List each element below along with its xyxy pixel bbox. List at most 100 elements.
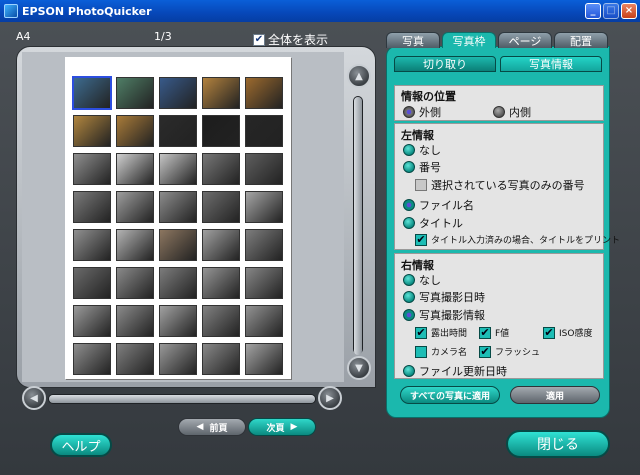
show-all-checkbox[interactable]: ✔ [253,33,265,46]
left-number-option[interactable]: 番号 [403,159,441,175]
left-none-option[interactable]: なし [403,142,441,158]
photo-thumbnail[interactable] [202,267,240,299]
scroll-right-button[interactable]: ▶ [318,386,342,410]
right-shot-date-label: 写真撮影日時 [419,291,485,304]
prev-page-button[interactable]: ◀ 前頁 [178,418,246,436]
photo-thumbnail[interactable] [73,343,111,375]
photo-thumbnail[interactable] [202,305,240,337]
help-button[interactable]: ヘルプ [50,433,112,457]
maximize-button[interactable]: □ [603,3,619,19]
right-shot-date-option[interactable]: 写真撮影日時 [403,289,485,305]
scroll-up-button[interactable]: ▲ [347,64,371,88]
photo-thumbnail[interactable] [159,229,197,261]
tab-layout[interactable]: 配置 [554,32,608,48]
left-number-radio[interactable] [403,161,415,173]
vertical-scrollbar[interactable] [353,96,363,355]
right-file-date-option[interactable]: ファイル更新日時 [403,363,507,379]
photo-thumbnail[interactable] [159,343,197,375]
apply-all-button[interactable]: すべての写真に適用 [400,386,500,404]
photo-thumbnail[interactable] [202,115,240,147]
close-button[interactable]: 閉じる [506,430,610,458]
scroll-left-button[interactable]: ◀ [22,386,46,410]
photo-thumbnail[interactable] [245,77,283,109]
minimize-button[interactable]: _ [585,3,601,19]
photo-thumbnail[interactable] [73,153,111,185]
photo-thumbnail[interactable] [202,191,240,223]
photo-thumbnail[interactable] [73,305,111,337]
position-outside-radio[interactable] [403,106,415,118]
photo-thumbnail[interactable] [73,191,111,223]
photo-thumbnail[interactable] [159,153,197,185]
selected-only-checkbox[interactable] [415,179,427,191]
photo-thumbnail[interactable] [245,153,283,185]
print-title-option[interactable]: ✔ タイトル入力済みの場合、タイトルをプリント [415,233,620,246]
photo-thumbnail[interactable] [116,115,154,147]
right-none-radio[interactable] [403,274,415,286]
tab-photo-info[interactable]: 写真情報 [500,56,602,72]
camera-option[interactable]: カメラ名 [415,345,467,358]
flash-option[interactable]: ✔ フラッシュ [479,345,540,358]
camera-checkbox[interactable] [415,345,427,358]
photo-thumbnail[interactable] [116,77,154,109]
photo-thumbnail[interactable] [202,77,240,109]
left-title-option[interactable]: タイトル [403,215,463,231]
app-icon [4,4,18,18]
fvalue-option[interactable]: ✔ F値 [479,326,509,339]
tab-photo[interactable]: 写真 [386,32,440,48]
photo-thumbnail[interactable] [72,76,112,110]
right-none-option[interactable]: なし [403,272,441,288]
photo-thumbnail[interactable] [159,191,197,223]
vertical-scroll-thumb[interactable] [354,97,362,355]
photo-thumbnail[interactable] [245,305,283,337]
position-inside-radio[interactable] [493,106,505,118]
selected-only-option[interactable]: 選択されている写真のみの番号 [415,177,585,193]
photo-thumbnail[interactable] [159,115,197,147]
position-outside-option[interactable]: 外側 [403,104,441,120]
left-title-radio[interactable] [403,217,415,229]
position-inside-option[interactable]: 内側 [493,104,531,120]
photo-thumbnail[interactable] [159,305,197,337]
right-shot-date-radio[interactable] [403,291,415,303]
right-file-date-radio[interactable] [403,365,415,377]
scroll-down-button[interactable]: ▼ [347,356,371,380]
tab-page[interactable]: ページ [498,32,552,48]
photo-thumbnail[interactable] [159,77,197,109]
photo-thumbnail[interactable] [245,343,283,375]
photo-thumbnail[interactable] [116,191,154,223]
left-filename-radio[interactable] [403,199,415,211]
photo-thumbnail[interactable] [116,305,154,337]
left-filename-option[interactable]: ファイル名 [403,197,474,213]
apply-button[interactable]: 適用 [510,386,600,404]
right-shot-info-radio[interactable] [403,309,415,321]
horizontal-scroll-thumb[interactable] [49,395,315,403]
fvalue-checkbox[interactable]: ✔ [479,326,491,339]
photo-thumbnail[interactable] [73,229,111,261]
photo-thumbnail[interactable] [159,267,197,299]
exposure-checkbox[interactable]: ✔ [415,326,427,339]
right-shot-info-option[interactable]: 写真撮影情報 [403,307,485,323]
left-none-radio[interactable] [403,144,415,156]
photo-thumbnail[interactable] [73,115,111,147]
photo-thumbnail[interactable] [116,267,154,299]
print-title-checkbox[interactable]: ✔ [415,233,427,246]
photo-thumbnail[interactable] [116,229,154,261]
next-page-button[interactable]: 次頁 ▶ [248,418,316,436]
photo-thumbnail[interactable] [245,191,283,223]
photo-thumbnail[interactable] [116,153,154,185]
photo-thumbnail[interactable] [202,343,240,375]
photo-thumbnail[interactable] [202,153,240,185]
horizontal-scrollbar[interactable] [48,394,316,404]
photo-thumbnail[interactable] [73,267,111,299]
exposure-option[interactable]: ✔ 露出時間 [415,326,467,339]
iso-option[interactable]: ✔ ISO感度 [543,326,592,339]
photo-thumbnail[interactable] [116,343,154,375]
tab-photo-frame[interactable]: 写真枠 [442,32,496,48]
close-window-button[interactable]: × [621,3,637,19]
photo-thumbnail[interactable] [245,115,283,147]
photo-thumbnail[interactable] [245,267,283,299]
photo-thumbnail[interactable] [245,229,283,261]
iso-checkbox[interactable]: ✔ [543,326,555,339]
tab-crop[interactable]: 切り取り [394,56,496,72]
flash-checkbox[interactable]: ✔ [479,345,491,358]
photo-thumbnail[interactable] [202,229,240,261]
